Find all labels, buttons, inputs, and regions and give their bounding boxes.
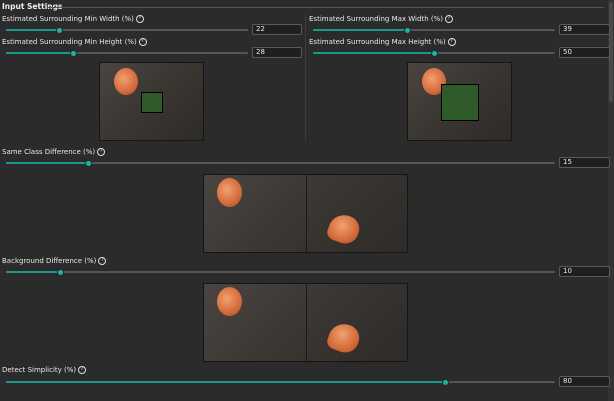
min-height-slider[interactable] (6, 49, 248, 57)
same-class-input[interactable]: 15 (559, 157, 610, 168)
slider-thumb[interactable] (430, 49, 438, 57)
slider-thumb[interactable] (57, 268, 65, 276)
background-label-text: Background Difference (%) (2, 257, 97, 265)
min-width-input[interactable]: 22 (252, 24, 302, 35)
section-divider (48, 7, 604, 8)
help-circle-icon[interactable]: ? (444, 15, 453, 23)
min-size-box (141, 92, 163, 113)
help-circle-icon[interactable]: ? (447, 38, 456, 46)
min-height-input[interactable]: 28 (252, 47, 302, 58)
slider-thumb[interactable] (55, 26, 63, 34)
background-slider[interactable] (6, 268, 555, 276)
min-width-label-text: Estimated Surrounding Min Width (%) (2, 15, 134, 23)
background-input[interactable]: 10 (559, 266, 610, 277)
simplicity-label-text: Detect Simplicity (%) (2, 366, 77, 374)
help-circle-icon[interactable]: ? (97, 148, 106, 156)
max-height-slider[interactable] (313, 49, 555, 57)
min-height-label-text: Estimated Surrounding Min Height (%) (2, 38, 137, 46)
min-width-slider[interactable] (6, 26, 248, 34)
max-width-label-text: Estimated Surrounding Max Width (%) (309, 15, 443, 23)
help-circle-icon[interactable]: ? (78, 366, 87, 374)
max-height-label: Estimated Surrounding Max Height (%) ? (309, 38, 456, 46)
simplicity-label: Detect Simplicity (%) ? (2, 366, 87, 374)
slider-fill (6, 52, 74, 54)
max-width-label: Estimated Surrounding Max Width (%) ? (309, 15, 453, 23)
same-class-label-text: Same Class Difference (%) (2, 148, 96, 156)
slider-fill (313, 29, 408, 31)
same-class-preview-image (203, 174, 408, 253)
max-width-slider[interactable] (313, 26, 555, 34)
slider-fill (6, 162, 89, 164)
help-circle-icon[interactable]: ? (138, 38, 147, 46)
min-width-label: Estimated Surrounding Min Width (%) ? (2, 15, 144, 23)
simplicity-slider[interactable] (6, 378, 555, 386)
max-height-input[interactable]: 50 (559, 47, 610, 58)
simplicity-input[interactable]: 80 (559, 376, 610, 387)
slider-fill (6, 271, 61, 273)
min-size-preview-image (99, 62, 204, 141)
slider-thumb[interactable] (403, 26, 411, 34)
same-class-slider[interactable] (6, 159, 555, 167)
max-size-box (441, 84, 479, 121)
max-size-preview-image (407, 62, 512, 141)
slider-thumb[interactable] (84, 159, 92, 167)
slider-fill (313, 52, 434, 54)
help-circle-icon[interactable]: ? (135, 15, 144, 23)
min-height-label: Estimated Surrounding Min Height (%) ? (2, 38, 147, 46)
slider-thumb[interactable] (70, 49, 78, 57)
slider-fill (6, 381, 446, 383)
help-circle-icon[interactable]: ? (98, 257, 107, 265)
column-divider (305, 14, 306, 142)
slider-fill (6, 29, 60, 31)
background-preview-image (203, 283, 408, 362)
background-label: Background Difference (%) ? (2, 257, 107, 265)
max-width-input[interactable]: 39 (559, 24, 610, 35)
vertical-scrollbar[interactable] (608, 0, 614, 401)
max-height-label-text: Estimated Surrounding Max Height (%) (309, 38, 446, 46)
same-class-label: Same Class Difference (%) ? (2, 148, 106, 156)
slider-thumb[interactable] (441, 378, 449, 386)
